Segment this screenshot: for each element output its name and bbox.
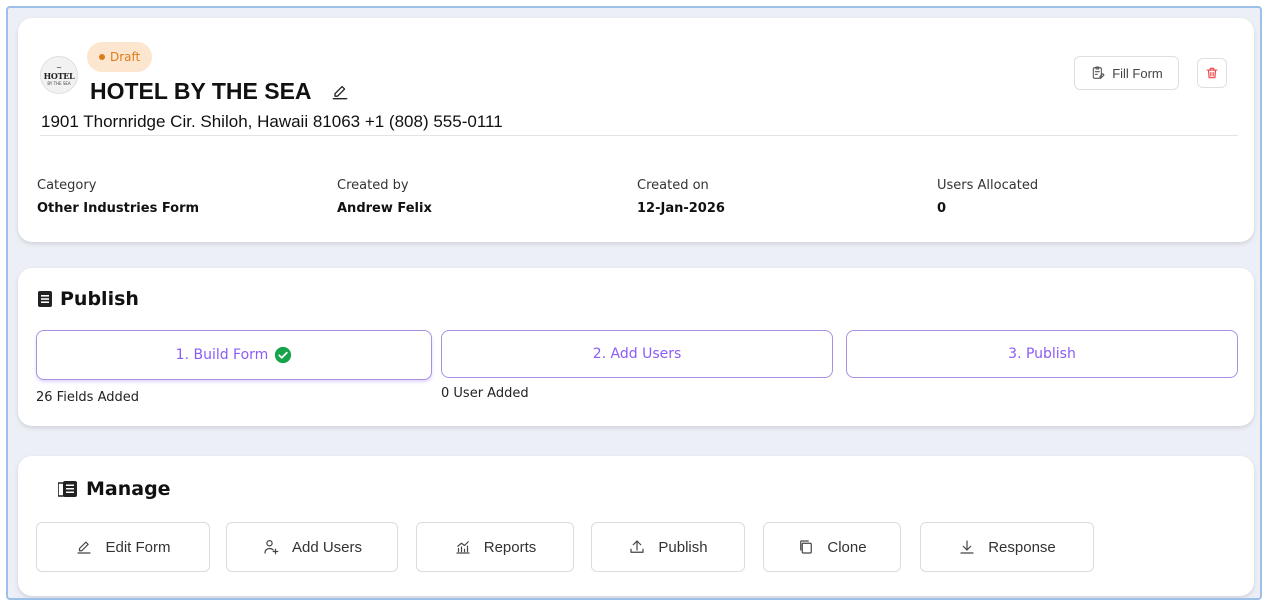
pencil-icon bbox=[77, 541, 92, 554]
meta-value: 12-Jan-2026 bbox=[637, 201, 725, 216]
add-user-icon bbox=[264, 540, 279, 555]
response-button[interactable]: Response bbox=[920, 522, 1094, 572]
action-label: Edit Form bbox=[105, 538, 171, 556]
meta-value: Andrew Felix bbox=[337, 201, 432, 216]
manage-book-icon bbox=[58, 481, 77, 497]
page-title-row: HOTEL BY THE SEA bbox=[90, 78, 350, 105]
step-note-add-users: 0 User Added bbox=[441, 386, 529, 401]
meta-users-allocated: Users Allocated 0 bbox=[937, 178, 1227, 216]
chart-icon bbox=[456, 541, 470, 554]
add-users-button[interactable]: Add Users bbox=[226, 522, 398, 572]
logo-subtext: BY THE SEA bbox=[47, 80, 71, 86]
action-label: Reports bbox=[483, 538, 537, 556]
meta-label: Category bbox=[37, 178, 97, 193]
clipboard-edit-icon bbox=[1093, 66, 1105, 79]
hotel-address: 1901 Thornridge Cir. Shiloh, Hawaii 8106… bbox=[41, 112, 503, 131]
clone-button[interactable]: Clone bbox=[763, 522, 901, 572]
step-build-form[interactable]: 1. Build Form bbox=[36, 330, 432, 380]
meta-created-by: Created by Andrew Felix bbox=[337, 178, 627, 216]
step-add-users[interactable]: 2. Add Users bbox=[441, 330, 833, 378]
logo-text: HOTEL bbox=[43, 70, 75, 81]
action-label: Response bbox=[988, 538, 1056, 556]
form-header-card: ~ HOTEL BY THE SEA Draft HOTEL BY THE SE… bbox=[18, 18, 1254, 242]
edit-title-pencil-icon[interactable] bbox=[330, 82, 350, 102]
header-divider bbox=[40, 135, 1238, 136]
hotel-logo: ~ HOTEL BY THE SEA bbox=[40, 56, 78, 94]
publish-title-label: Publish bbox=[60, 288, 139, 310]
meta-category: Category Other Industries Form bbox=[37, 178, 327, 216]
meta-label: Users Allocated bbox=[937, 178, 1039, 193]
upload-icon bbox=[630, 540, 644, 553]
manage-card: Manage Edit Form Add Users Reports Publi bbox=[18, 456, 1254, 596]
page-title: HOTEL BY THE SEA bbox=[90, 78, 312, 104]
reports-button[interactable]: Reports bbox=[416, 522, 574, 572]
status-badge-label: Draft bbox=[110, 50, 141, 64]
meta-value: Other Industries Form bbox=[37, 201, 200, 216]
edit-form-button[interactable]: Edit Form bbox=[36, 522, 210, 572]
step-note-build-form: 26 Fields Added bbox=[36, 390, 140, 405]
meta-value: 0 bbox=[937, 201, 947, 216]
manage-title-label: Manage bbox=[86, 478, 171, 500]
step-label: 2. Add Users bbox=[592, 346, 682, 362]
download-icon bbox=[960, 540, 974, 554]
step-label: 1. Build Form bbox=[175, 347, 269, 363]
meta-created-on: Created on 12-Jan-2026 bbox=[637, 178, 927, 216]
trash-icon bbox=[1206, 67, 1218, 79]
check-circle-icon bbox=[275, 346, 292, 364]
copy-icon bbox=[800, 540, 813, 554]
manage-section-title: Manage bbox=[58, 478, 171, 500]
meta-label: Created by bbox=[337, 178, 409, 193]
document-icon bbox=[38, 291, 52, 307]
action-label: Publish bbox=[658, 538, 708, 556]
publish-card: Publish 1. Build Form 2. Add Users 3. Pu… bbox=[18, 268, 1254, 426]
status-dot-icon bbox=[99, 54, 105, 60]
status-badge: Draft bbox=[87, 42, 153, 72]
publish-section-title: Publish bbox=[38, 288, 139, 310]
app-frame: ~ HOTEL BY THE SEA Draft HOTEL BY THE SE… bbox=[6, 6, 1262, 600]
step-label: 3. Publish bbox=[1008, 346, 1076, 362]
action-label: Add Users bbox=[291, 538, 363, 556]
fill-form-button[interactable]: Fill Form bbox=[1074, 56, 1179, 90]
step-publish[interactable]: 3. Publish bbox=[846, 330, 1238, 378]
fill-form-label: Fill Form bbox=[1112, 65, 1163, 81]
meta-label: Created on bbox=[637, 178, 709, 193]
action-label: Clone bbox=[827, 538, 867, 556]
publish-button[interactable]: Publish bbox=[591, 522, 745, 572]
delete-button[interactable] bbox=[1197, 58, 1227, 88]
